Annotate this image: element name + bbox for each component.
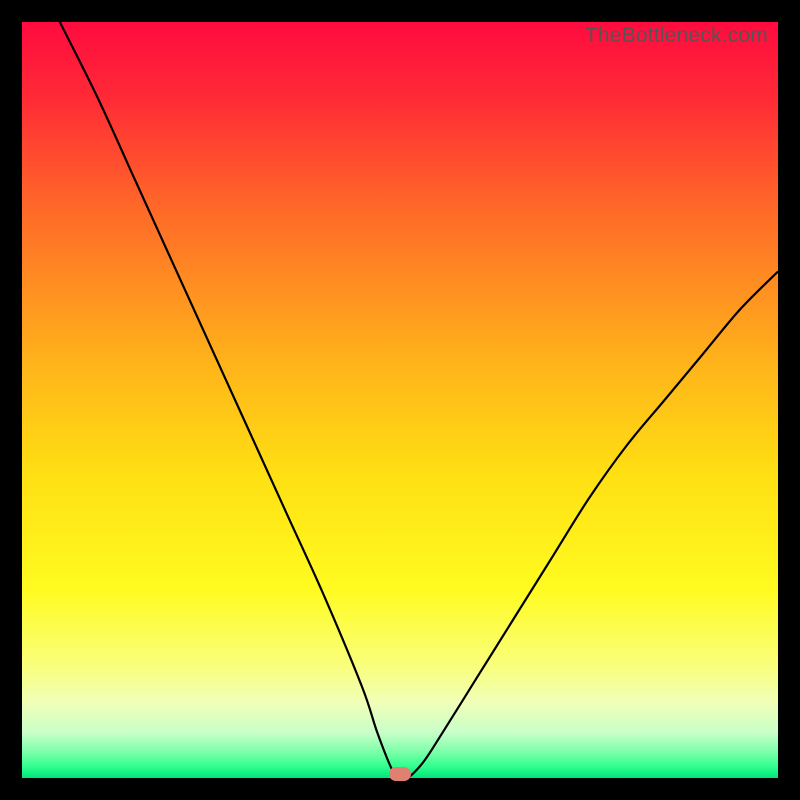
watermark-text: TheBottleneck.com bbox=[585, 24, 768, 48]
bottleneck-curve bbox=[22, 22, 778, 778]
optimal-point-marker bbox=[389, 767, 411, 781]
chart-stage: TheBottleneck.com bbox=[0, 0, 800, 800]
plot-area: TheBottleneck.com bbox=[22, 22, 778, 778]
